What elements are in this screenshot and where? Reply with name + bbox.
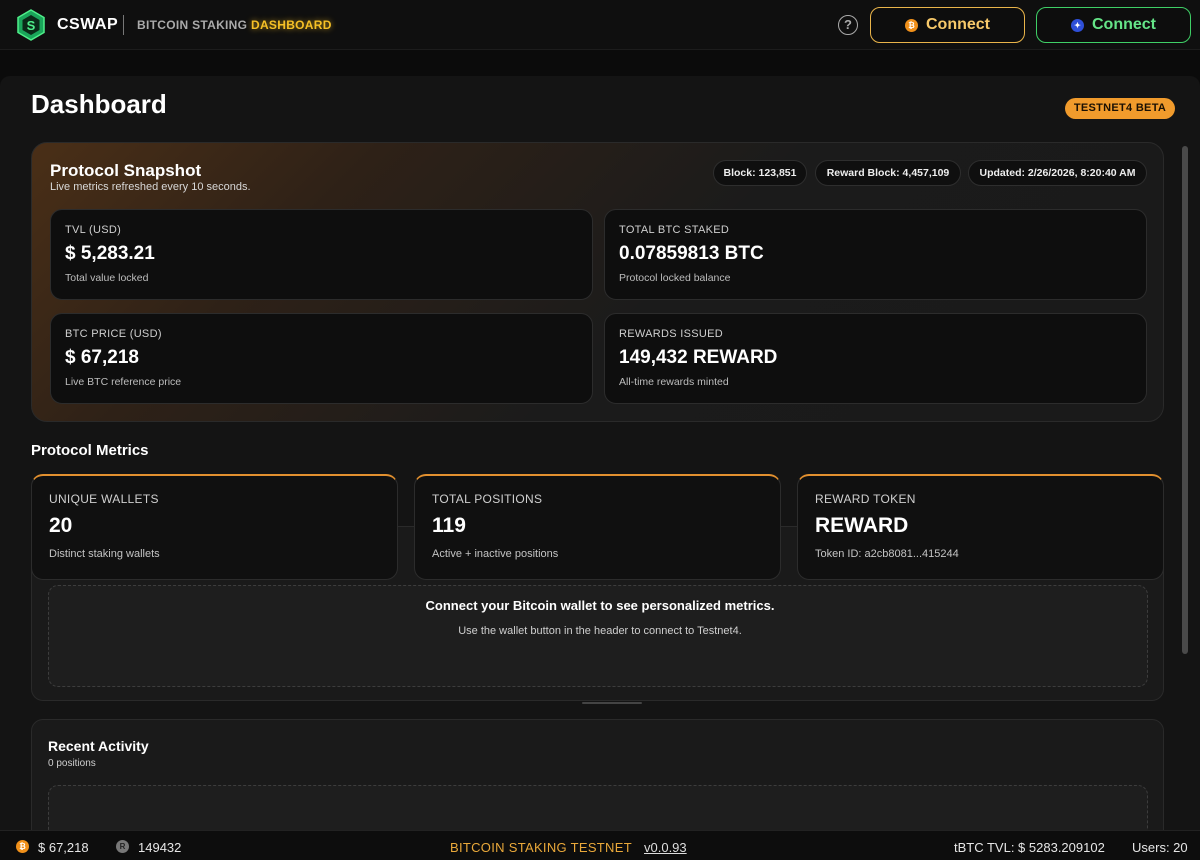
stat-caption: Protocol locked balance [619,272,731,284]
page-title: Dashboard [31,89,167,119]
connect-wallet-prompt: Connect your Bitcoin wallet to see perso… [425,598,775,613]
metric-label: UNIQUE WALLETS [49,492,159,506]
top-header: S CSWAP BITCOIN STAKING DASHBOARD ? ₿ Co… [0,0,1200,50]
footer-tvl: tBTC TVL: $ 5283.209102 [954,840,1105,855]
stat-caption: Total value locked [65,272,149,284]
stat-label: TVL (USD) [65,224,122,236]
updated-chip: Updated: 2/26/2026, 8:20:40 AM [968,160,1147,186]
protocol-snapshot-card: Protocol Snapshot Live metrics refreshed… [31,142,1164,422]
footer-btc-price: $ 67,218 [38,840,89,855]
svg-text:S: S [27,18,36,33]
metric-caption: Active + inactive positions [432,548,559,560]
network-badge: TESTNET4 BETA [1065,98,1175,119]
version-link[interactable]: v0.0.93 [644,840,687,855]
main-content: Dashboard TESTNET4 BETA Protocol Snapsho… [0,76,1200,830]
stat-rewards-issued: REWARDS ISSUED 149,432 REWARD All-time r… [604,313,1147,404]
footer-reward-count: 149432 [138,840,182,855]
resize-handle[interactable] [582,702,642,704]
stat-label: TOTAL BTC STAKED [619,224,730,236]
connect-bitcoin-wallet-button[interactable]: ₿ Connect [870,7,1025,43]
snapshot-title: Protocol Snapshot [50,161,202,180]
stat-value: $ 5,283.21 [65,243,155,264]
bitcoin-icon: ₿ [16,840,29,853]
connect-wallet-hint: Use the wallet button in the header to c… [458,625,742,637]
metric-label: REWARD TOKEN [815,492,916,506]
stat-caption: All-time rewards minted [619,376,729,388]
header-divider [123,15,124,35]
stat-btc-price: BTC PRICE (USD) $ 67,218 Live BTC refere… [50,313,593,404]
protocol-metrics-title: Protocol Metrics [31,442,149,459]
metric-caption: Token ID: a2cb8081...415244 [815,548,959,560]
metric-reward-token: REWARD TOKEN REWARD Token ID: a2cb8081..… [797,474,1164,580]
brand-name[interactable]: CSWAP [57,16,118,34]
stat-value: 0.07859813 BTC [619,243,764,264]
bitcoin-icon: ₿ [905,18,918,32]
snapshot-subtitle: Live metrics refreshed every 10 seconds. [50,181,251,193]
footer-network-label: BITCOIN STAKING TESTNET [450,840,632,855]
block-chip: Block: 123,851 [713,160,807,186]
metric-caption: Distinct staking wallets [49,548,160,560]
cosmos-icon: ✦ [1071,18,1084,32]
status-bar: ₿ $ 67,218 R 149432 BITCOIN STAKING TEST… [0,830,1200,860]
metric-total-positions: TOTAL POSITIONS 119 Active + inactive po… [414,474,781,580]
connect-bitcoin-label: Connect [926,16,990,33]
metric-unique-wallets: UNIQUE WALLETS 20 Distinct staking walle… [31,474,398,580]
help-icon[interactable]: ? [838,15,858,35]
metric-value: 119 [432,514,466,537]
metric-value: REWARD [815,514,909,537]
recent-activity-empty-state [48,785,1148,830]
nav-dashboard[interactable]: DASHBOARD [251,18,332,32]
footer-users: Users: 20 [1132,840,1188,855]
stat-value: 149,432 REWARD [619,347,778,368]
positions-count: 0 positions [48,758,96,769]
metric-label: TOTAL POSITIONS [432,492,543,506]
reward-block-chip: Reward Block: 4,457,109 [815,160,961,186]
connect-cosmos-label: Connect [1092,16,1156,33]
stat-value: $ 67,218 [65,347,139,368]
stat-caption: Live BTC reference price [65,376,182,388]
cswap-logo-icon[interactable]: S [16,9,46,41]
scrollbar-thumb[interactable] [1182,146,1188,654]
stat-label: BTC PRICE (USD) [65,328,162,340]
recent-activity-card: Recent Activity 0 positions [31,719,1164,830]
reward-token-icon: R [116,840,129,853]
stat-label: REWARDS ISSUED [619,328,724,340]
metric-value: 20 [49,514,73,537]
connect-cosmos-wallet-button[interactable]: ✦ Connect [1036,7,1191,43]
stat-tvl: TVL (USD) $ 5,283.21 Total value locked [50,209,593,300]
nav-bitcoin-staking[interactable]: BITCOIN STAKING [137,18,247,32]
recent-activity-title: Recent Activity [48,738,149,754]
stat-btc-staked: TOTAL BTC STAKED 0.07859813 BTC Protocol… [604,209,1147,300]
